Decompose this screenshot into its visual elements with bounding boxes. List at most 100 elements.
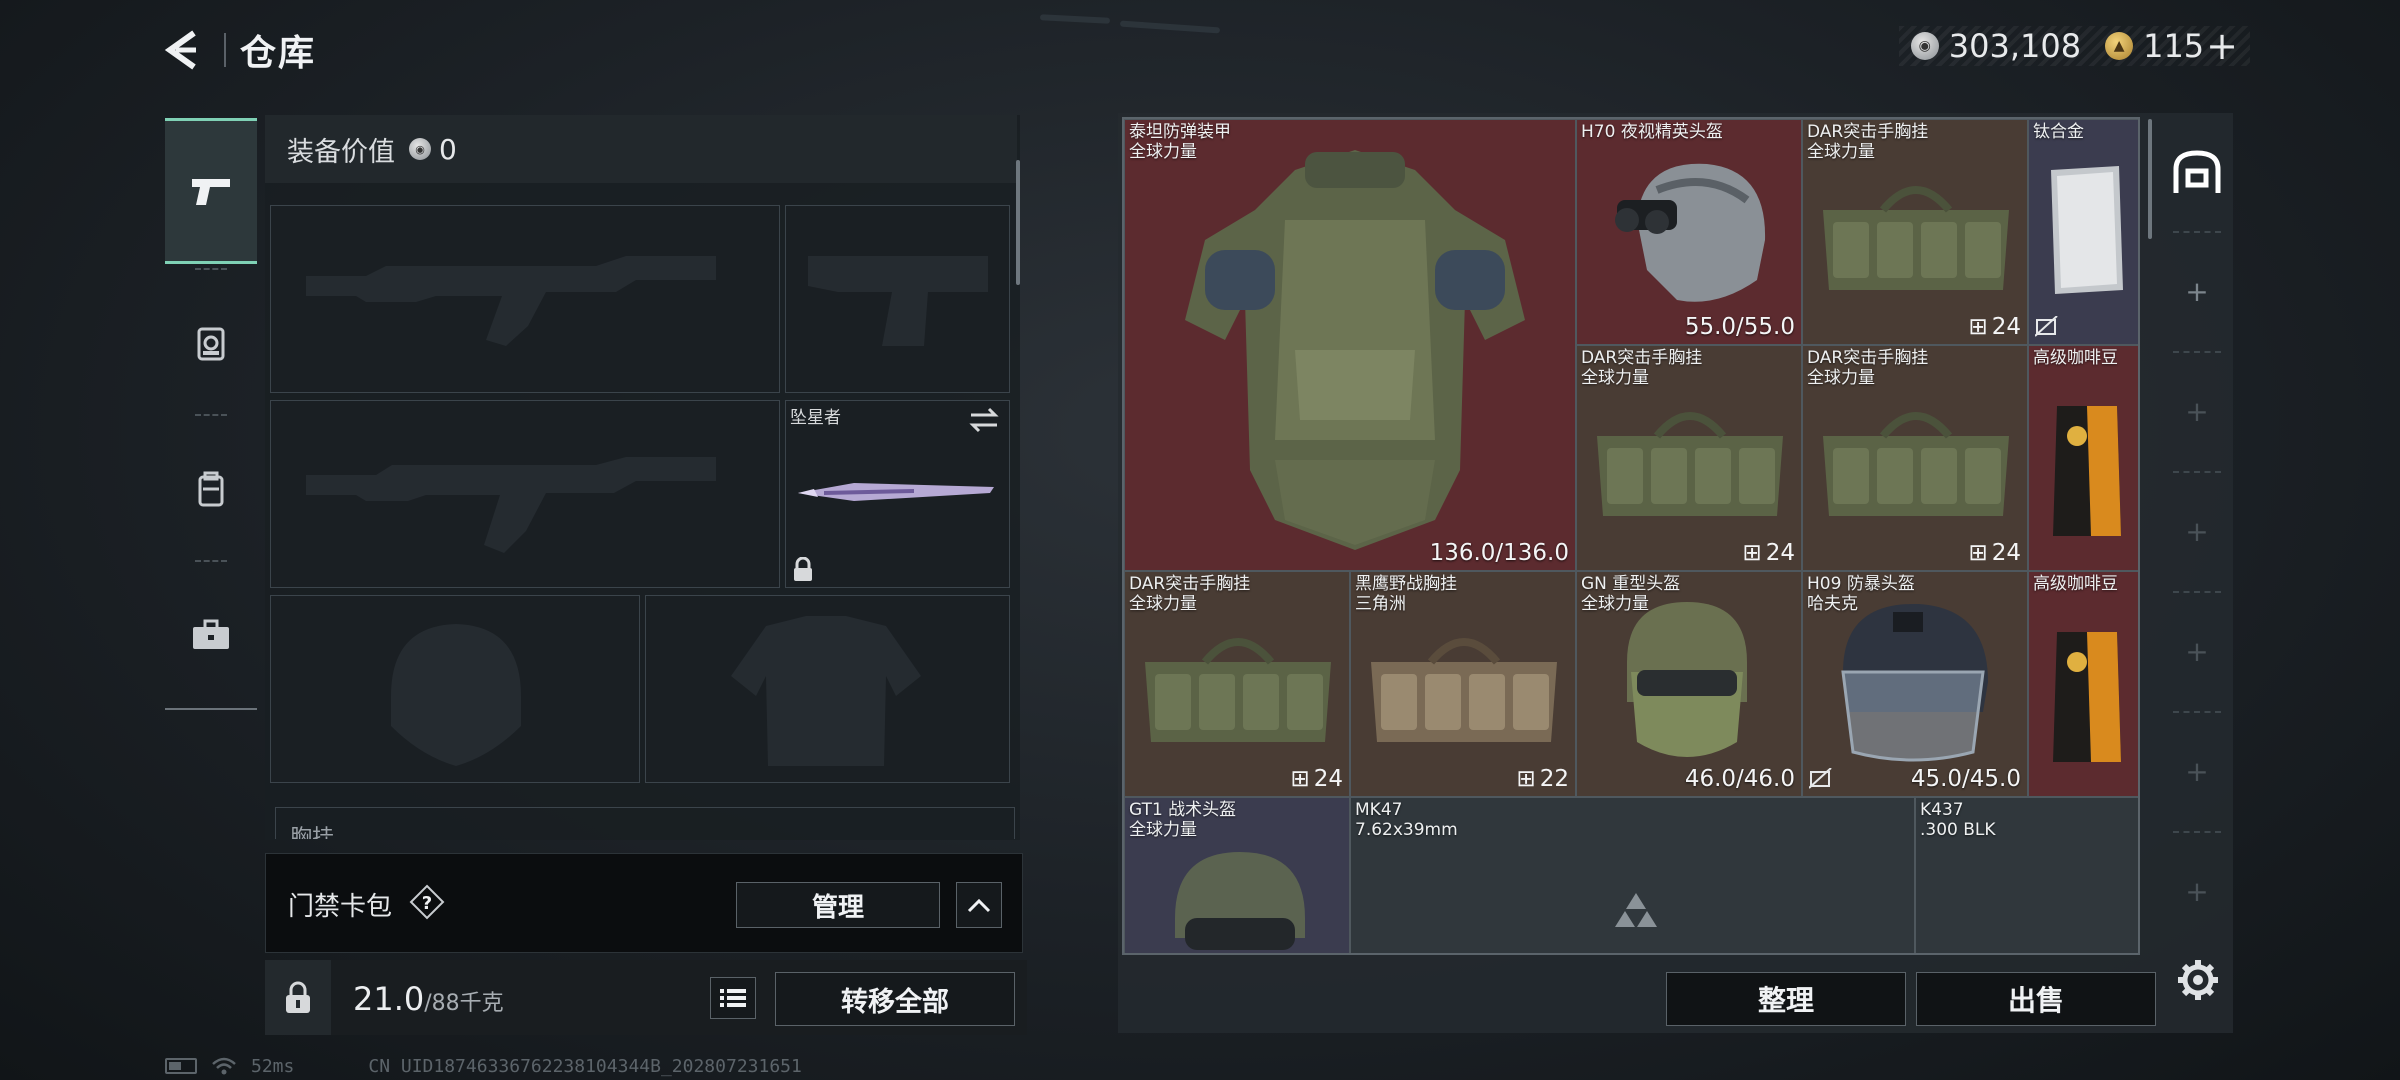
sort-button[interactable]: 整理 bbox=[1666, 972, 1906, 1026]
chest-rig-icon bbox=[1145, 638, 1331, 742]
rifle-silhouette-icon bbox=[306, 256, 716, 346]
no-insure-icon bbox=[2035, 316, 2058, 337]
warehouse-icon bbox=[2173, 150, 2221, 193]
bag-weight-max: /88千克 bbox=[424, 991, 504, 1016]
storage-item-tactical-helmet[interactable]: GT1 战术头盔 全球力量 bbox=[1124, 797, 1350, 953]
storage-grid: 泰坦防弹装甲全球力量 136.0/136.0 H70 夜视精英头盔 55.0/ bbox=[1122, 117, 2140, 955]
rail-tab-backpack[interactable] bbox=[165, 416, 257, 562]
rail-bottom-line bbox=[165, 708, 257, 710]
storage-panel: 泰坦防弹装甲全球力量 136.0/136.0 H70 夜视精英头盔 55.0/ bbox=[1118, 113, 2233, 1033]
battery-icon bbox=[165, 1058, 197, 1074]
secondary-weapon-slot[interactable] bbox=[270, 400, 780, 588]
pistol-silhouette-icon bbox=[808, 256, 988, 346]
storage-item-rifle-mk47[interactable]: MK47 7.62x39mm bbox=[1350, 797, 1915, 953]
help-icon[interactable]: ? bbox=[409, 884, 445, 920]
item-name: K437.300 BLK bbox=[1920, 800, 1996, 840]
item-name: H70 夜视精英头盔 bbox=[1581, 122, 1723, 142]
item-name: 黑鹰野战胸挂 三角洲 bbox=[1355, 574, 1457, 614]
back-arrow-icon[interactable] bbox=[160, 27, 206, 73]
storage-item-chest-rig[interactable]: DAR突击手胸挂 全球力量 ⊞ 24 bbox=[1802, 119, 2028, 345]
storage-item-chest-rig[interactable]: DAR突击手胸挂 全球力量 ⊞ 24 bbox=[1802, 345, 2028, 571]
body-armor-icon bbox=[1185, 150, 1525, 550]
item-name: GN 重型头盔 全球力量 bbox=[1581, 574, 1681, 614]
collapse-button[interactable] bbox=[956, 882, 1002, 928]
list-view-button[interactable] bbox=[710, 977, 756, 1019]
chest-rig-slot[interactable]: 胸挂 bbox=[275, 807, 1015, 839]
storage-tab-main[interactable] bbox=[2161, 113, 2233, 231]
manage-button[interactable]: 管理 bbox=[736, 882, 940, 928]
storage-item-chest-rig[interactable]: DAR突击手胸挂 全球力量 ⊞ 24 bbox=[1124, 571, 1350, 797]
sell-button[interactable]: 出售 bbox=[1916, 972, 2156, 1026]
background-light bbox=[1039, 14, 1111, 24]
equipment-scrollbar[interactable] bbox=[1016, 160, 1020, 285]
access-card-pack-bar: 门禁卡包 ? 管理 bbox=[265, 853, 1023, 953]
slots-icon: ⊞ bbox=[1742, 540, 1762, 566]
equipment-panel: 装备价值 ◉ 0 坠星者 胸挂 bbox=[265, 115, 1020, 840]
item-name: DAR突击手胸挂 全球力量 bbox=[1129, 574, 1251, 614]
transfer-all-button[interactable]: 转移全部 bbox=[775, 972, 1015, 1026]
settings-button[interactable] bbox=[2170, 952, 2226, 1008]
item-name: GT1 战术头盔 全球力量 bbox=[1129, 800, 1237, 840]
item-count: ⊞ 22 bbox=[1516, 766, 1569, 792]
storage-item-titanium[interactable]: 钛合金 bbox=[2028, 119, 2138, 345]
pistol-icon bbox=[192, 179, 230, 205]
item-name: DAR突击手胸挂 全球力量 bbox=[1581, 348, 1703, 388]
storage-item-helmet-h70[interactable]: H70 夜视精英头盔 55.0/55.0 bbox=[1576, 119, 1802, 345]
gear-icon bbox=[2178, 960, 2218, 1000]
rail-tab-case[interactable] bbox=[165, 562, 257, 708]
storage-item-coffee-beans[interactable]: 高级咖啡豆 bbox=[2028, 571, 2138, 797]
add-currency-button[interactable]: + bbox=[2206, 27, 2238, 65]
item-name: MK47 7.62x39mm bbox=[1355, 800, 1458, 840]
helmet-slot[interactable] bbox=[270, 595, 640, 783]
storage-item-heavy-helmet[interactable]: GN 重型头盔 全球力量 46.0/46.0 bbox=[1576, 571, 1802, 797]
rail-tab-armor[interactable] bbox=[165, 270, 257, 416]
storage-item-riot-helmet[interactable]: H09 防暴头盔 哈夫克 45.0/45.0 bbox=[1802, 571, 2028, 797]
tactical-helmet-icon bbox=[1175, 852, 1305, 950]
add-storage-tab[interactable]: + bbox=[2161, 471, 2233, 591]
chest-rig-icon bbox=[1823, 186, 2009, 290]
rail-tab-weapons[interactable] bbox=[165, 118, 257, 264]
item-count: ⊞ 24 bbox=[1968, 314, 2021, 340]
add-storage-tab[interactable]: + bbox=[2161, 831, 2233, 951]
storage-item-chest-rig[interactable]: DAR突击手胸挂 全球力量 ⊞ 24 bbox=[1576, 345, 1802, 571]
rifle-silhouette-icon bbox=[306, 457, 716, 553]
add-storage-tab[interactable]: + bbox=[2161, 711, 2233, 831]
background-light bbox=[1119, 20, 1221, 34]
item-name: 高级咖啡豆 bbox=[2033, 574, 2118, 594]
storage-side-tabs: + + + + + + bbox=[2161, 113, 2233, 973]
silver-coin-icon: ◉ bbox=[1910, 32, 1939, 60]
storage-item-body-armor[interactable]: 泰坦防弹装甲 全球力量 136.0/136.0 bbox=[1124, 119, 1576, 571]
bag-weight: 21.0/88千克 bbox=[353, 980, 504, 1018]
lock-icon bbox=[794, 557, 812, 581]
list-icon bbox=[720, 989, 746, 1007]
melee-name: 坠星者 bbox=[790, 408, 841, 428]
item-name: 泰坦防弹装甲 全球力量 bbox=[1129, 122, 1231, 162]
wifi-icon bbox=[212, 1057, 236, 1075]
helmet-silhouette-icon bbox=[391, 624, 521, 766]
gold-coin-icon: ▲ bbox=[2105, 32, 2134, 60]
item-name: H09 防暴头盔 哈夫克 bbox=[1807, 574, 1915, 614]
storage-item-coffee-beans[interactable]: 高级咖啡豆 bbox=[2028, 345, 2138, 571]
knife-icon bbox=[798, 483, 994, 501]
primary-weapon-slot[interactable] bbox=[270, 205, 780, 393]
bag-lock-button[interactable] bbox=[265, 960, 331, 1035]
add-storage-tab[interactable]: + bbox=[2161, 231, 2233, 351]
pistol-slot[interactable] bbox=[785, 205, 1010, 393]
add-storage-tab[interactable]: + bbox=[2161, 591, 2233, 711]
storage-item-rifle-k437[interactable]: K437.300 BLK bbox=[1915, 797, 2138, 953]
equipment-value-bar: 装备价值 ◉ 0 bbox=[265, 115, 1017, 183]
add-storage-tab[interactable]: + bbox=[2161, 351, 2233, 471]
storage-item-field-rig[interactable]: 黑鹰野战胸挂 三角洲 ⊞ 22 bbox=[1350, 571, 1576, 797]
melee-slot[interactable]: 坠星者 bbox=[785, 400, 1010, 588]
top-bar: 仓库 bbox=[160, 22, 316, 78]
swap-icon[interactable] bbox=[969, 407, 999, 433]
body-armor-slot[interactable] bbox=[645, 595, 1010, 783]
item-durability: 136.0/136.0 bbox=[1429, 540, 1569, 566]
item-count: ⊞ 24 bbox=[1290, 766, 1343, 792]
slots-icon: ⊞ bbox=[1516, 766, 1536, 792]
storage-scrollbar[interactable] bbox=[2148, 119, 2152, 239]
item-durability: 46.0/46.0 bbox=[1684, 766, 1795, 792]
slots-icon: ⊞ bbox=[1290, 766, 1310, 792]
ping-value: 52ms bbox=[251, 1055, 295, 1077]
item-name: 高级咖啡豆 bbox=[2033, 348, 2118, 368]
